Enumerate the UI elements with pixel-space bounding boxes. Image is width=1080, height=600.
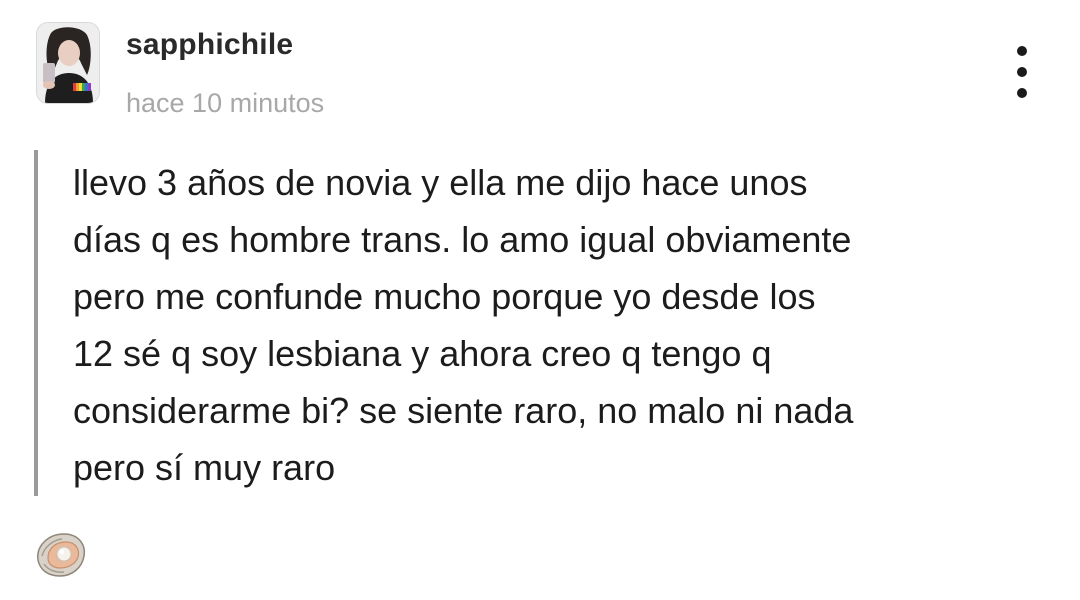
post-text-line: pero me confunde mucho porque yo desde l… [73, 276, 816, 317]
avatar[interactable] [36, 22, 100, 104]
post-quote-block: llevo 3 años de novia y ella me dijo hac… [34, 150, 1034, 496]
username[interactable]: sapphichile [126, 28, 293, 62]
post-text-line: considerarme bi? se siente raro, no malo… [73, 390, 854, 431]
avatar-photo-icon [37, 23, 99, 103]
more-vertical-icon-dot [1017, 67, 1027, 77]
more-options-button[interactable] [1010, 46, 1034, 98]
more-vertical-icon [1017, 46, 1027, 56]
post-text-line: llevo 3 años de novia y ella me dijo hac… [73, 162, 808, 203]
reaction-button[interactable] [34, 530, 88, 580]
more-vertical-icon-dot [1017, 88, 1027, 98]
timestamp: hace 10 minutos [126, 88, 325, 118]
oyster-emoji-icon [37, 533, 86, 577]
post-text-line: 12 sé q soy lesbiana y ahora creo q teng… [73, 333, 772, 374]
post-text-line: pero sí muy raro [73, 447, 336, 488]
post-text: llevo 3 años de novia y ella me dijo hac… [73, 154, 1034, 496]
post-header: sapphichile hace 10 minutos [36, 22, 1044, 122]
post-text-line: días q es hombre trans. lo amo igual obv… [73, 219, 852, 260]
